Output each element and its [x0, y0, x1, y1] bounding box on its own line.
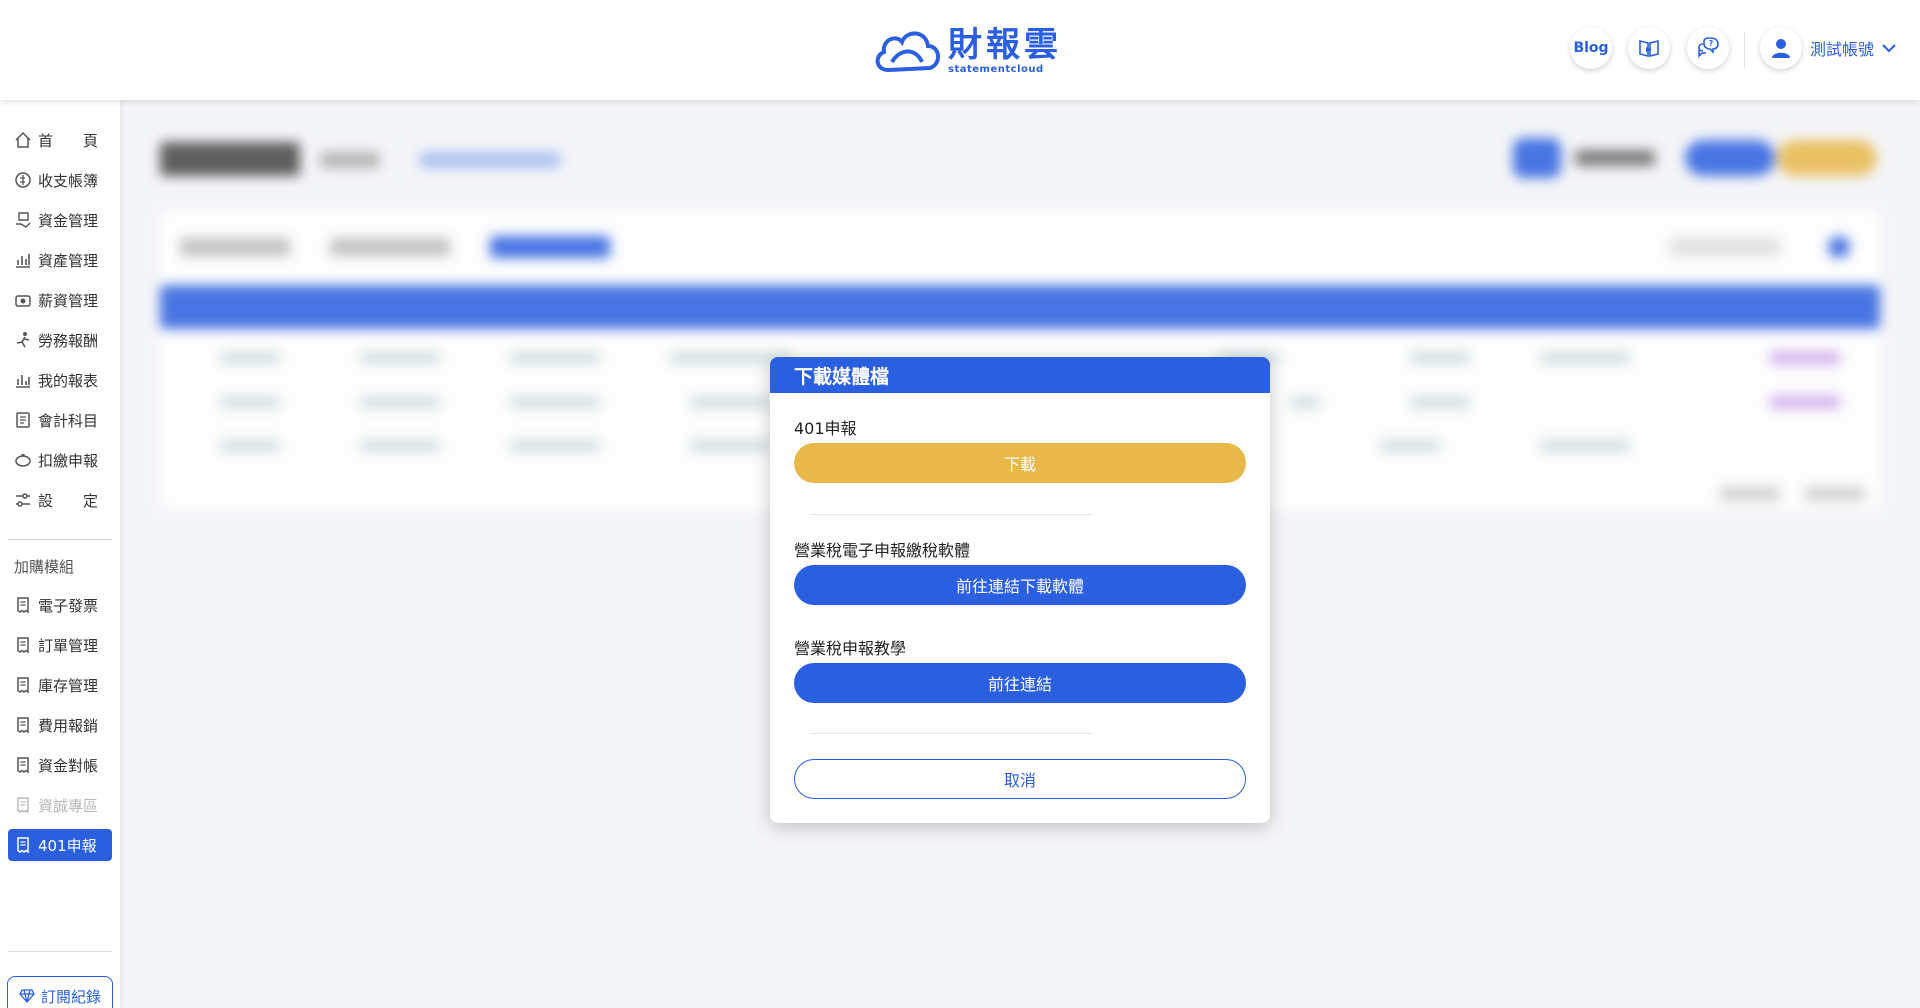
tutorial-link-button[interactable]: 前往連結	[794, 663, 1246, 703]
cancel-button-label: 取消	[1003, 771, 1036, 790]
software-download-link-button[interactable]: 前往連結下載軟體	[794, 565, 1246, 605]
software-button-label: 前往連結下載軟體	[955, 577, 1084, 596]
download-button-label: 下載	[1003, 455, 1036, 474]
download-button[interactable]: 下載	[794, 443, 1246, 483]
section-401-label: 401申報	[794, 419, 857, 438]
section-tutorial-label: 營業稅申報教學	[794, 639, 907, 658]
modal-title: 下載媒體檔	[770, 357, 1270, 393]
section-software-label: 營業稅電子申報繳稅軟體	[794, 541, 971, 560]
tutorial-button-label: 前往連結	[987, 675, 1052, 694]
modal-divider	[810, 733, 1092, 734]
modal-divider	[810, 514, 1092, 515]
cancel-button[interactable]: 取消	[794, 759, 1246, 799]
download-media-modal: 下載媒體檔 401申報 下載 營業稅電子申報繳稅軟體 前往連結下載軟體 營業稅申…	[770, 357, 1270, 823]
